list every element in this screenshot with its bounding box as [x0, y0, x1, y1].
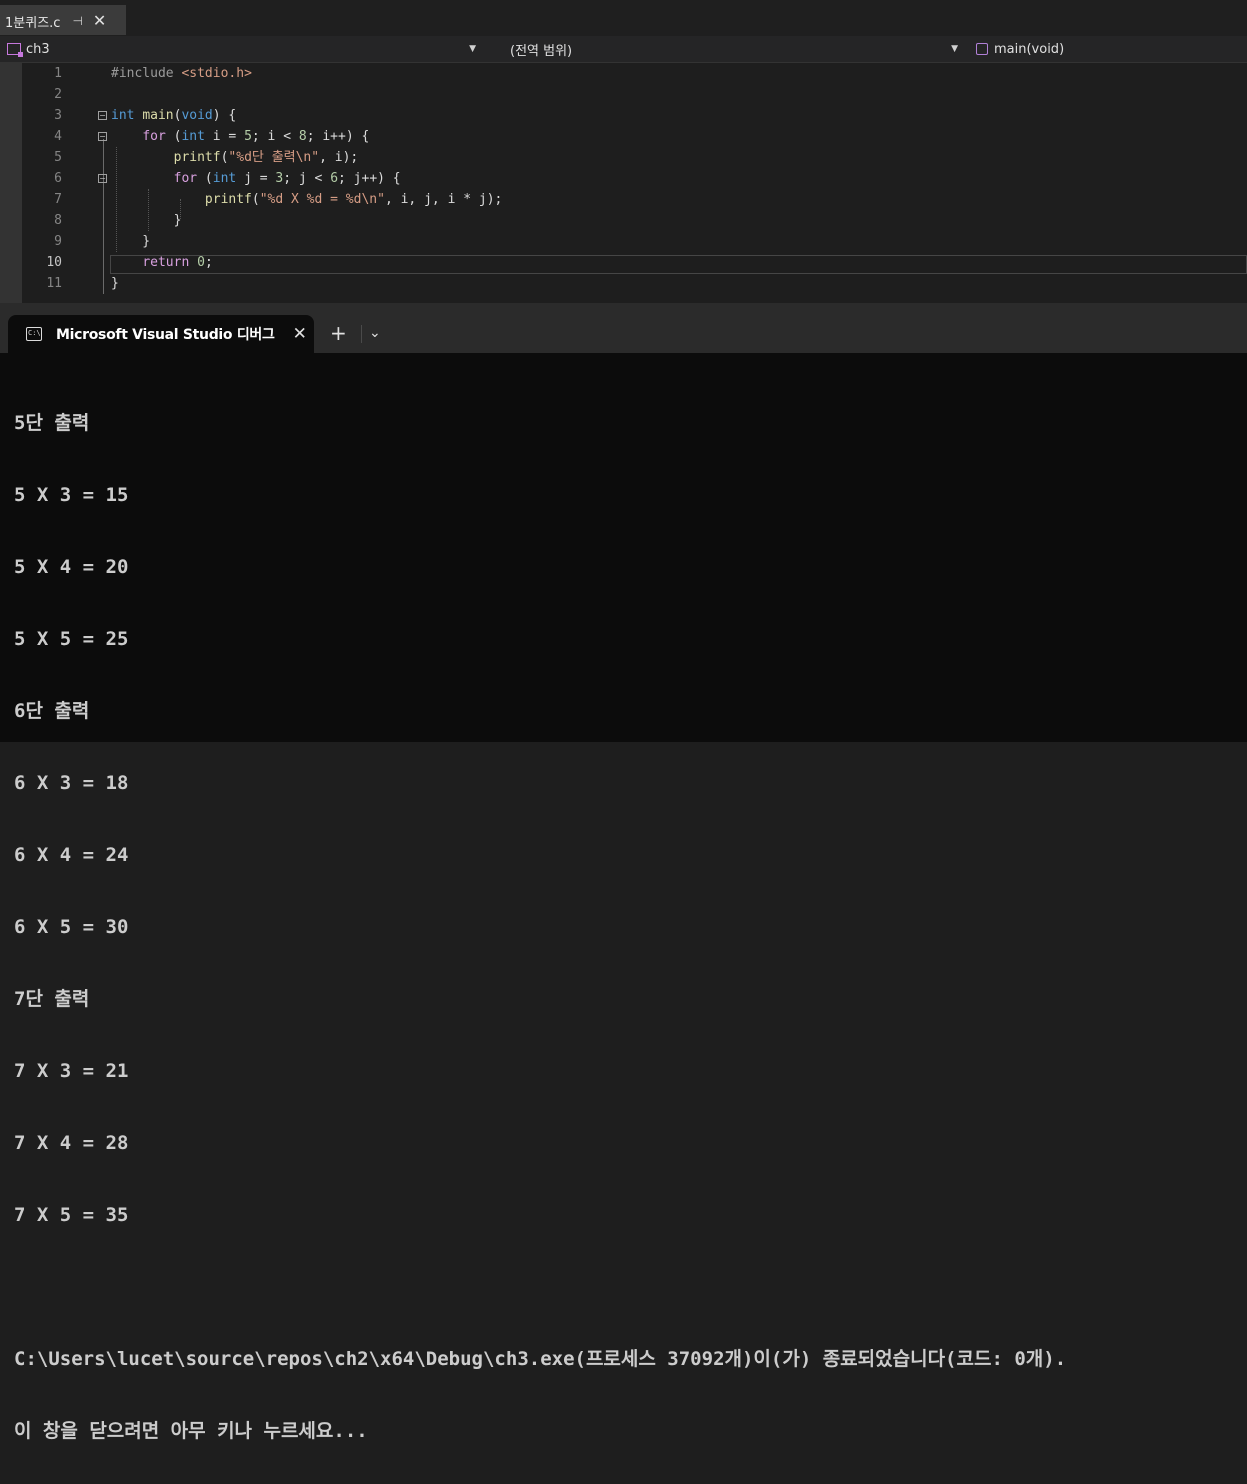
member-dropdown[interactable]: main(void)	[968, 38, 1247, 60]
console-line: 이 창을 닫으려면 아무 키나 누르세요...	[14, 1420, 368, 1442]
project-label: ch3	[26, 41, 50, 57]
line-number: 9	[54, 234, 62, 249]
line-number: 11	[46, 276, 62, 291]
close-icon[interactable]: ✕	[293, 324, 307, 344]
cube-icon	[976, 43, 988, 55]
tabbar-divider	[361, 325, 362, 343]
close-tab-icon[interactable]: ✕	[93, 13, 106, 29]
line-number: 1	[54, 66, 62, 81]
line-number: 10	[46, 255, 62, 270]
console-line: 6단 출력	[14, 700, 90, 722]
project-dropdown[interactable]: ch3 ▼	[0, 38, 484, 60]
collapse-icon[interactable]: −	[98, 111, 107, 120]
console-line: 7 X 4 = 28	[14, 1132, 129, 1154]
chevron-down-icon: ▼	[951, 44, 958, 54]
code-line: 11 }	[0, 273, 1247, 294]
code-line: 6 − for (int j = 3; j < 6; j++) {	[0, 168, 1247, 189]
console-line: C:\Users\lucet\source\repos\ch2\x64\Debu…	[14, 1348, 1067, 1370]
project-icon	[7, 43, 23, 57]
code-text: int main(void) {	[111, 108, 237, 123]
terminal-tab-title: Microsoft Visual Studio 디버그	[56, 327, 275, 343]
console-line: 6 X 4 = 24	[14, 844, 129, 866]
code-line: 3 − int main(void) {	[0, 105, 1247, 126]
chevron-down-icon: ▼	[469, 44, 476, 54]
code-editor[interactable]: 1 #include <stdio.h> 2 3 − int main(void…	[0, 63, 1247, 303]
chevron-down-icon[interactable]: ⌄	[369, 321, 381, 345]
member-label: main(void)	[994, 41, 1065, 57]
code-line: 8 }	[0, 210, 1247, 231]
code-text: }	[111, 234, 151, 249]
console-line: 5 X 3 = 15	[14, 484, 129, 506]
code-line: 5 printf("%d단 출력\n", i);	[0, 147, 1247, 168]
line-number: 8	[54, 213, 62, 228]
code-line: 7 printf("%d X %d = %d\n", i, j, i * j);	[0, 189, 1247, 210]
console-line: 7 X 3 = 21	[14, 1060, 129, 1082]
code-text: #include <stdio.h>	[111, 66, 252, 81]
code-line: 10 return 0;	[0, 252, 1247, 273]
cmd-icon: C:\	[26, 327, 42, 341]
console-line: 7단 출력	[14, 988, 90, 1010]
code-line: 9 }	[0, 231, 1247, 252]
code-line: 2	[0, 84, 1247, 105]
collapse-icon[interactable]: −	[98, 132, 107, 141]
code-text: printf("%d단 출력\n", i);	[173, 150, 359, 165]
terminal-tabbar: C:\ Microsoft Visual Studio 디버그 ✕ + ⌄	[0, 303, 1247, 353]
code-text: }	[111, 276, 119, 291]
line-number: 5	[54, 150, 62, 165]
line-number: 4	[54, 129, 62, 144]
line-number: 7	[54, 192, 62, 207]
collapse-icon[interactable]: −	[98, 174, 107, 183]
code-text: return 0;	[142, 255, 213, 270]
editor-tabstrip: 1분퀴즈.c ⊣ ✕	[0, 0, 1247, 36]
code-text: printf("%d X %d = %d\n", i, j, i * j);	[204, 192, 503, 207]
scope-label: (전역 범위)	[510, 43, 573, 59]
terminal-tab[interactable]: C:\ Microsoft Visual Studio 디버그 ✕	[8, 315, 314, 353]
console-line: 5 X 4 = 20	[14, 556, 129, 578]
debug-console-window: C:\ Microsoft Visual Studio 디버그 ✕ + ⌄ 5단…	[0, 303, 1247, 1442]
console-line: 7 X 5 = 35	[14, 1204, 129, 1226]
navigation-bar: ch3 ▼ (전역 범위) ▼ main(void)	[0, 36, 1247, 63]
code-text: for (int i = 5; i < 8; i++) {	[142, 129, 370, 144]
line-number: 2	[54, 87, 62, 102]
line-number: 6	[54, 171, 62, 186]
console-line: 5 X 5 = 25	[14, 628, 129, 650]
console-output[interactable]: 5단 출력 5 X 3 = 15 5 X 4 = 20 5 X 5 = 25 6…	[14, 363, 1066, 1484]
scope-dropdown[interactable]: (전역 범위) ▼	[488, 38, 964, 60]
file-tab[interactable]: 1분퀴즈.c ⊣ ✕	[0, 5, 126, 35]
line-number: 3	[54, 108, 62, 123]
code-line: 1 #include <stdio.h>	[0, 63, 1247, 84]
file-tab-label: 1분퀴즈.c	[5, 15, 61, 31]
pin-icon[interactable]: ⊣	[72, 14, 82, 28]
code-line: 4 − for (int i = 5; i < 8; i++) {	[0, 126, 1247, 147]
code-text: for (int j = 3; j < 6; j++) {	[173, 171, 401, 186]
console-line: 5단 출력	[14, 412, 90, 434]
code-text: }	[111, 213, 182, 228]
console-line: 6 X 5 = 30	[14, 916, 129, 938]
console-line: 6 X 3 = 18	[14, 772, 129, 794]
new-tab-button[interactable]: +	[330, 321, 347, 345]
